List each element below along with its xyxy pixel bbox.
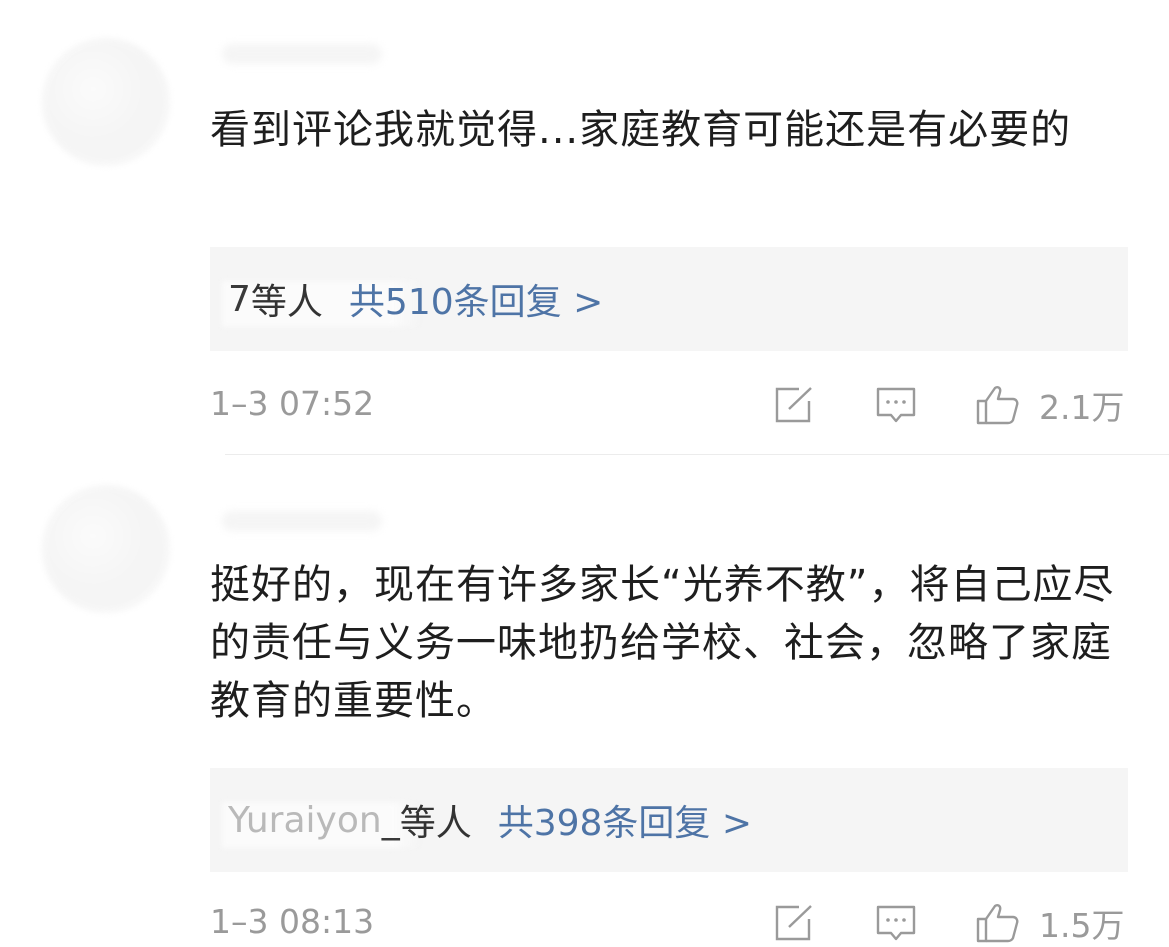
avatar[interactable] <box>42 38 170 166</box>
edit-share-icon <box>775 905 812 941</box>
comment-bubble-icon <box>876 387 916 423</box>
reply-users: 7 <box>228 279 251 320</box>
view-replies-link[interactable]: 共398条回复 > <box>498 794 752 846</box>
like-count: 2.1万 <box>1039 388 1125 427</box>
reply-users: Yuraiyon_ <box>228 800 400 841</box>
username-blurred[interactable] <box>222 44 382 64</box>
comment-meta: 1–3 08:13 1.5万 <box>210 898 1130 946</box>
username-blurred[interactable] <box>222 511 382 531</box>
avatar[interactable] <box>42 485 170 613</box>
like-count: 1.5万 <box>1039 906 1125 945</box>
reply-summary-box[interactable]: 7 等人 共510条回复 > <box>210 247 1128 351</box>
reply-users-masked: Yuraiyon <box>228 799 382 841</box>
comment-meta: 1–3 07:52 2.1万 <box>210 380 1130 428</box>
reply-users-suffix: 等人 <box>250 282 323 323</box>
comment-item: 挺好的，现在有许多家长“光养不教”，将自己应尽的责任与义务一味地扔给学校、社会，… <box>0 455 1169 946</box>
comment-button[interactable] <box>875 902 917 944</box>
comment-bubble-icon <box>876 905 916 941</box>
thumbs-up-icon <box>976 904 1019 943</box>
share-button[interactable] <box>773 384 815 426</box>
reply-users-visible: 7 <box>228 278 251 320</box>
comment-timestamp: 1–3 08:13 <box>210 902 375 941</box>
like-button[interactable]: 1.5万 <box>975 902 1125 945</box>
edit-share-icon <box>775 387 812 423</box>
comment-text: 挺好的，现在有许多家长“光养不教”，将自己应尽的责任与义务一味地扔给学校、社会，… <box>210 562 1115 724</box>
reply-summary-box[interactable]: Yuraiyon_ 等人 共398条回复 > <box>210 768 1128 872</box>
comment-text: 看到评论我就觉得...家庭教育可能还是有必要的 <box>210 107 1072 153</box>
comment-timestamp: 1–3 07:52 <box>210 384 375 423</box>
view-replies-link[interactable]: 共510条回复 > <box>349 273 603 325</box>
comment-item: 看到评论我就觉得...家庭教育可能还是有必要的 7 等人 共510条回复 > 1… <box>0 0 1169 455</box>
reply-users-visible: _ <box>381 799 400 841</box>
share-button[interactable] <box>773 902 815 944</box>
thumbs-up-icon <box>976 386 1019 425</box>
reply-users-suffix: 等人 <box>399 803 472 844</box>
like-button[interactable]: 2.1万 <box>975 384 1125 427</box>
comment-button[interactable] <box>875 384 917 426</box>
